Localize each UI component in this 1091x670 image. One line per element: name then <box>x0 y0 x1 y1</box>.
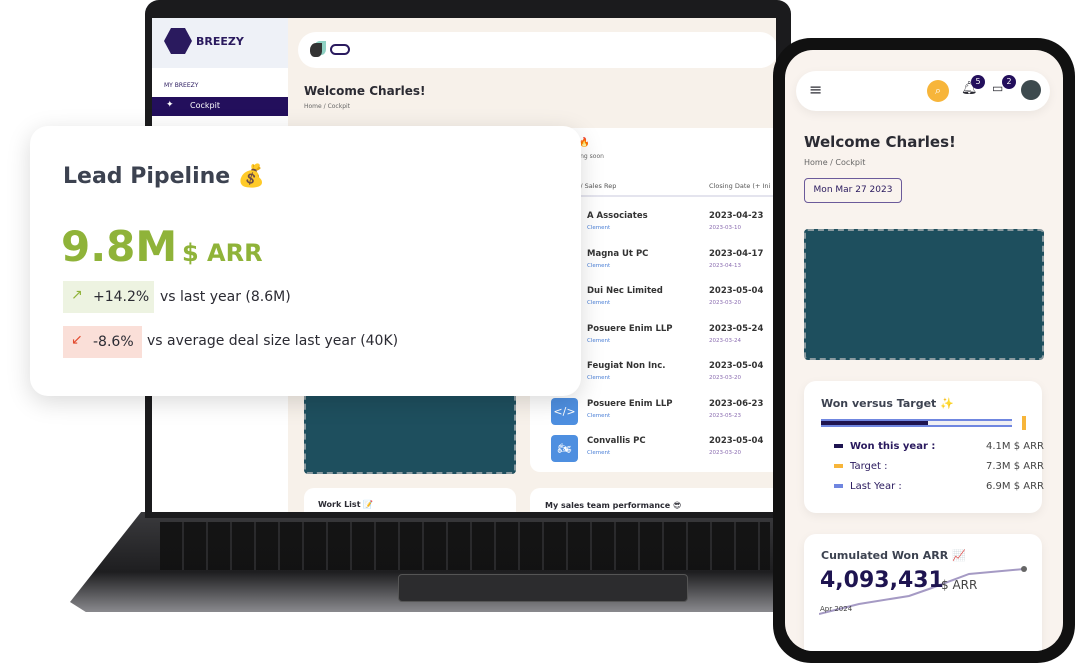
lead-pipeline-card: Lead Pipeline 💰 9.8M $ ARR ↗ +14.2% vs l… <box>30 126 581 396</box>
target-marker <box>1022 416 1026 430</box>
initial-date: 2023-03-20 <box>709 450 741 456</box>
opportunity-name[interactable]: Dui Nec Limited <box>587 286 663 296</box>
touchpad <box>398 574 688 602</box>
sales-rep: Clement <box>587 337 611 344</box>
closing-date: 2023-06-23 <box>709 398 764 409</box>
sidebar-section-label: MY BREEZY <box>164 82 199 89</box>
card-title: Lead Pipeline 💰 <box>63 164 266 189</box>
won-fill <box>821 421 928 425</box>
column-header-closing-date[interactable]: Closing Date (+ Ini <box>709 182 770 190</box>
opportunity-name[interactable]: Convallis PC <box>587 436 646 446</box>
legend-value: 6.9M $ ARR <box>986 481 1044 492</box>
opportunity-name[interactable]: Posuere Enim LLP <box>587 399 673 409</box>
phone-top-bar: ≡ ⌕ 🔔︎ 5 ▭ 2 <box>796 71 1050 111</box>
date-picker[interactable]: Mon Mar 27 2023 <box>804 178 902 203</box>
breadcrumb-home[interactable]: Home <box>304 103 322 110</box>
sidebar-item-label: Cockpit <box>190 101 220 110</box>
closing-date: 2023-05-04 <box>709 286 764 296</box>
notification-badge: 5 <box>971 75 985 89</box>
toucan-icon <box>310 43 322 57</box>
legend-swatch <box>834 444 843 448</box>
sales-rep: Clement <box>587 225 611 231</box>
opportunity-name[interactable]: Posuere Enim LLP <box>587 324 673 334</box>
legend-swatch <box>834 464 843 468</box>
initial-date: 2023-03-20 <box>709 300 741 306</box>
cumulated-unit: $ ARR <box>941 578 978 592</box>
closing-date: 2023-04-23 <box>709 211 764 221</box>
closing-date: 2023-05-04 <box>709 361 764 371</box>
breadcrumb: Home / Cockpit <box>804 158 866 167</box>
initial-date: 2023-03-24 <box>709 337 741 344</box>
card-title: Work List 📝 <box>318 500 374 509</box>
chart-placeholder <box>804 229 1044 360</box>
arrow-up-right-icon: ↗ <box>71 287 83 303</box>
logo-icon <box>164 28 192 54</box>
stat-change: -8.6% <box>93 334 134 350</box>
breadcrumb-current: Cockpit <box>327 103 351 110</box>
table-row[interactable]: </> Posuere Enim LLP Clement 2023-06-23 2… <box>530 397 776 432</box>
message-badge: 2 <box>1002 75 1016 89</box>
stat-badge-up: ↗ +14.2% <box>63 281 154 313</box>
breadcrumb: Home / Cockpit <box>304 103 351 110</box>
initial-date: 2023-03-10 <box>709 225 741 231</box>
page-title: Welcome Charles! <box>304 84 426 98</box>
stat-text: vs average deal size last year (40K) <box>147 333 399 349</box>
hamburger-menu-icon[interactable]: ≡ <box>809 80 822 99</box>
theme-toggle[interactable] <box>330 44 350 55</box>
sparkline-date-label: Apr 2024 <box>820 605 853 613</box>
closing-date: 2023-05-24 <box>709 323 764 334</box>
pipeline-unit: $ ARR <box>182 239 263 267</box>
breadcrumb-home[interactable]: Home <box>804 158 828 167</box>
avatar[interactable] <box>1021 80 1041 100</box>
sparkle-icon: ✦ <box>166 100 174 110</box>
opportunity-name[interactable]: A Associates <box>587 211 648 221</box>
legend-value: 4.1M $ ARR <box>986 441 1044 452</box>
card-title: My sales team performance 😎 <box>545 501 682 510</box>
work-list-card: Work List 📝 <box>304 488 516 512</box>
closing-date: 2023-05-04 <box>709 436 764 446</box>
keyboard <box>160 522 770 570</box>
opportunity-name[interactable]: Magna Ut PC <box>587 249 648 259</box>
logo-text: BREEZY <box>196 35 244 48</box>
initial-date: 2023-03-20 <box>709 375 741 381</box>
legend-label: Last Year : <box>850 481 902 492</box>
sparkline-end-point <box>1021 566 1027 572</box>
legend-value: 7.3M $ ARR <box>986 461 1044 472</box>
phone-screen: ≡ ⌕ 🔔︎ 5 ▭ 2 Welcome Charles! Home / Coc… <box>785 50 1063 651</box>
legend-swatch <box>834 484 843 488</box>
legend-label: Won this year : <box>850 441 936 452</box>
stat-change: +14.2% <box>93 289 150 305</box>
cumulated-value: 4,093,431 <box>820 568 944 593</box>
sales-rep: Clement <box>587 300 611 306</box>
top-bar <box>298 32 776 68</box>
code-icon: </> <box>551 397 578 425</box>
legend-label: Target : <box>850 461 888 472</box>
sales-rep: Clement <box>587 450 611 456</box>
won-vs-target-card: Won versus Target ✨ Won this year : 4.1M … <box>804 381 1044 513</box>
table-row[interactable]: 🏍︎ Convallis PC Clement 2023-05-04 2023-0… <box>530 435 776 469</box>
card-title: Won versus Target ✨ <box>821 397 954 410</box>
progress-bar <box>821 419 1012 427</box>
initial-date: 2023-04-13 <box>709 262 741 269</box>
arrow-down-left-icon: ↙ <box>71 332 83 348</box>
sales-team-card: My sales team performance 😎 <box>530 488 776 512</box>
search-icon[interactable]: ⌕ <box>927 80 949 102</box>
page-title: Welcome Charles! <box>804 133 956 151</box>
breadcrumb-current: Cockpit <box>835 158 866 167</box>
sales-rep: Clement <box>587 375 611 381</box>
stat-text: vs last year (8.6M) <box>160 289 291 305</box>
motorbike-icon: 🏍︎ <box>551 435 578 462</box>
sales-rep: Clement <box>587 412 611 419</box>
opportunity-name[interactable]: Feugiat Non Inc. <box>587 361 665 371</box>
cumulated-won-arr-card: Cumulated Won ARR 📈 4,093,431 $ ARR Apr … <box>804 534 1042 651</box>
logo[interactable]: BREEZY <box>152 18 288 68</box>
chart-placeholder <box>304 390 516 474</box>
card-title: Cumulated Won ARR 📈 <box>821 549 966 562</box>
stat-badge-down: ↙ -8.6% <box>63 326 142 358</box>
sidebar-item-cockpit[interactable]: ✦ Cockpit <box>152 97 288 116</box>
closing-date: 2023-04-17 <box>709 248 764 259</box>
sales-rep: Clement <box>587 262 611 269</box>
pipeline-value: 9.8M <box>61 222 178 271</box>
initial-date: 2023-05-23 <box>709 412 741 419</box>
